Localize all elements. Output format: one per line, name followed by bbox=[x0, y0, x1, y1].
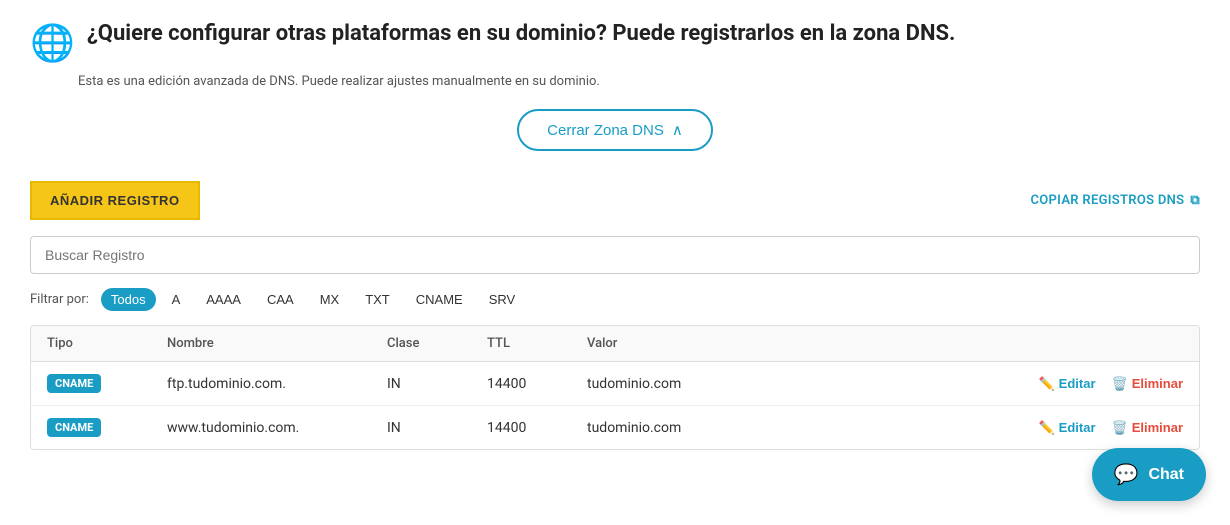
chevron-up-icon: ∧ bbox=[672, 121, 683, 139]
delete-button[interactable]: 🗑️ Eliminar bbox=[1112, 420, 1183, 436]
filter-btn-cname[interactable]: CNAME bbox=[406, 288, 473, 311]
cerrar-zona-dns-label: Cerrar Zona DNS bbox=[547, 122, 664, 139]
page-title: ¿Quiere configurar otras plataformas en … bbox=[87, 20, 956, 49]
badge-cname: CNAME bbox=[47, 374, 101, 393]
globe-icon: 🌐 bbox=[30, 22, 75, 64]
cell-tipo: CNAME bbox=[47, 374, 167, 393]
toolbar: AÑADIR REGISTRO COPIAR REGISTROS DNS ⧉ bbox=[30, 181, 1200, 220]
filter-buttons: Todos AAAAA CAA MXTXT CNAME SRV bbox=[101, 288, 525, 311]
filter-btn-todos[interactable]: Todos bbox=[101, 288, 156, 311]
badge-cname: CNAME bbox=[47, 418, 101, 437]
filter-btn-mx[interactable]: MX bbox=[310, 288, 350, 311]
delete-button[interactable]: 🗑️ Eliminar bbox=[1112, 376, 1183, 392]
edit-icon: ✏️ bbox=[1038, 376, 1054, 392]
copy-icon: ⧉ bbox=[1190, 193, 1200, 208]
search-input[interactable] bbox=[30, 236, 1200, 274]
page-subtitle: Esta es una edición avanzada de DNS. Pue… bbox=[78, 74, 1200, 89]
cell-valor: tudominio.com bbox=[587, 376, 1003, 392]
col-ttl: TTL bbox=[487, 336, 587, 351]
col-clase: Clase bbox=[387, 336, 487, 351]
edit-label: Editar bbox=[1059, 376, 1096, 391]
row-actions: ✏️ Editar 🗑️ Eliminar bbox=[1003, 376, 1183, 392]
search-container bbox=[30, 236, 1200, 274]
col-valor: Valor bbox=[587, 336, 1003, 351]
filter-btn-txt[interactable]: TXT bbox=[355, 288, 400, 311]
filter-btn-caa[interactable]: CAA bbox=[257, 288, 304, 311]
chat-label: Chat bbox=[1148, 466, 1184, 484]
col-actions bbox=[1003, 336, 1183, 351]
edit-icon: ✏️ bbox=[1038, 420, 1054, 436]
edit-button[interactable]: ✏️ Editar bbox=[1038, 420, 1095, 436]
copy-dns-button[interactable]: COPIAR REGISTROS DNS ⧉ bbox=[1030, 193, 1200, 208]
col-tipo: Tipo bbox=[47, 336, 167, 351]
cell-clase: IN bbox=[387, 420, 487, 436]
filter-btn-a[interactable]: A bbox=[162, 288, 191, 311]
delete-label: Eliminar bbox=[1132, 420, 1183, 435]
filter-label: Filtrar por: bbox=[30, 292, 89, 307]
cell-nombre: www.tudominio.com. bbox=[167, 420, 387, 436]
table-row: CNAME ftp.tudominio.com. IN 14400 tudomi… bbox=[31, 362, 1199, 406]
cell-nombre: ftp.tudominio.com. bbox=[167, 376, 387, 392]
cell-ttl: 14400 bbox=[487, 376, 587, 392]
table-row: CNAME www.tudominio.com. IN 14400 tudomi… bbox=[31, 406, 1199, 449]
cell-tipo: CNAME bbox=[47, 418, 167, 437]
filter-row: Filtrar por: Todos AAAAA CAA MXTXT CNAME SRV bbox=[30, 288, 1200, 311]
cerrar-zona-dns-button[interactable]: Cerrar Zona DNS ∧ bbox=[517, 109, 713, 151]
header-section: 🌐 ¿Quiere configurar otras plataformas e… bbox=[30, 20, 1200, 64]
chat-button[interactable]: 💬 Chat bbox=[1092, 448, 1206, 501]
delete-label: Eliminar bbox=[1132, 376, 1183, 391]
dns-table: Tipo Nombre Clase TTL Valor CNAME ftp.tu… bbox=[30, 325, 1200, 450]
table-body: CNAME ftp.tudominio.com. IN 14400 tudomi… bbox=[31, 362, 1199, 449]
edit-label: Editar bbox=[1059, 420, 1096, 435]
row-actions: ✏️ Editar 🗑️ Eliminar bbox=[1003, 420, 1183, 436]
edit-button[interactable]: ✏️ Editar bbox=[1038, 376, 1095, 392]
col-nombre: Nombre bbox=[167, 336, 387, 351]
trash-icon: 🗑️ bbox=[1112, 376, 1128, 392]
cell-ttl: 14400 bbox=[487, 420, 587, 436]
filter-btn-aaaa[interactable]: AAAA bbox=[196, 288, 251, 311]
table-header: Tipo Nombre Clase TTL Valor bbox=[31, 326, 1199, 362]
cell-clase: IN bbox=[387, 376, 487, 392]
copy-dns-label: COPIAR REGISTROS DNS bbox=[1030, 193, 1184, 208]
cell-valor: tudominio.com bbox=[587, 420, 1003, 436]
chat-icon: 💬 bbox=[1114, 462, 1139, 487]
trash-icon: 🗑️ bbox=[1112, 420, 1128, 436]
filter-btn-srv[interactable]: SRV bbox=[479, 288, 526, 311]
add-registro-button[interactable]: AÑADIR REGISTRO bbox=[30, 181, 200, 220]
